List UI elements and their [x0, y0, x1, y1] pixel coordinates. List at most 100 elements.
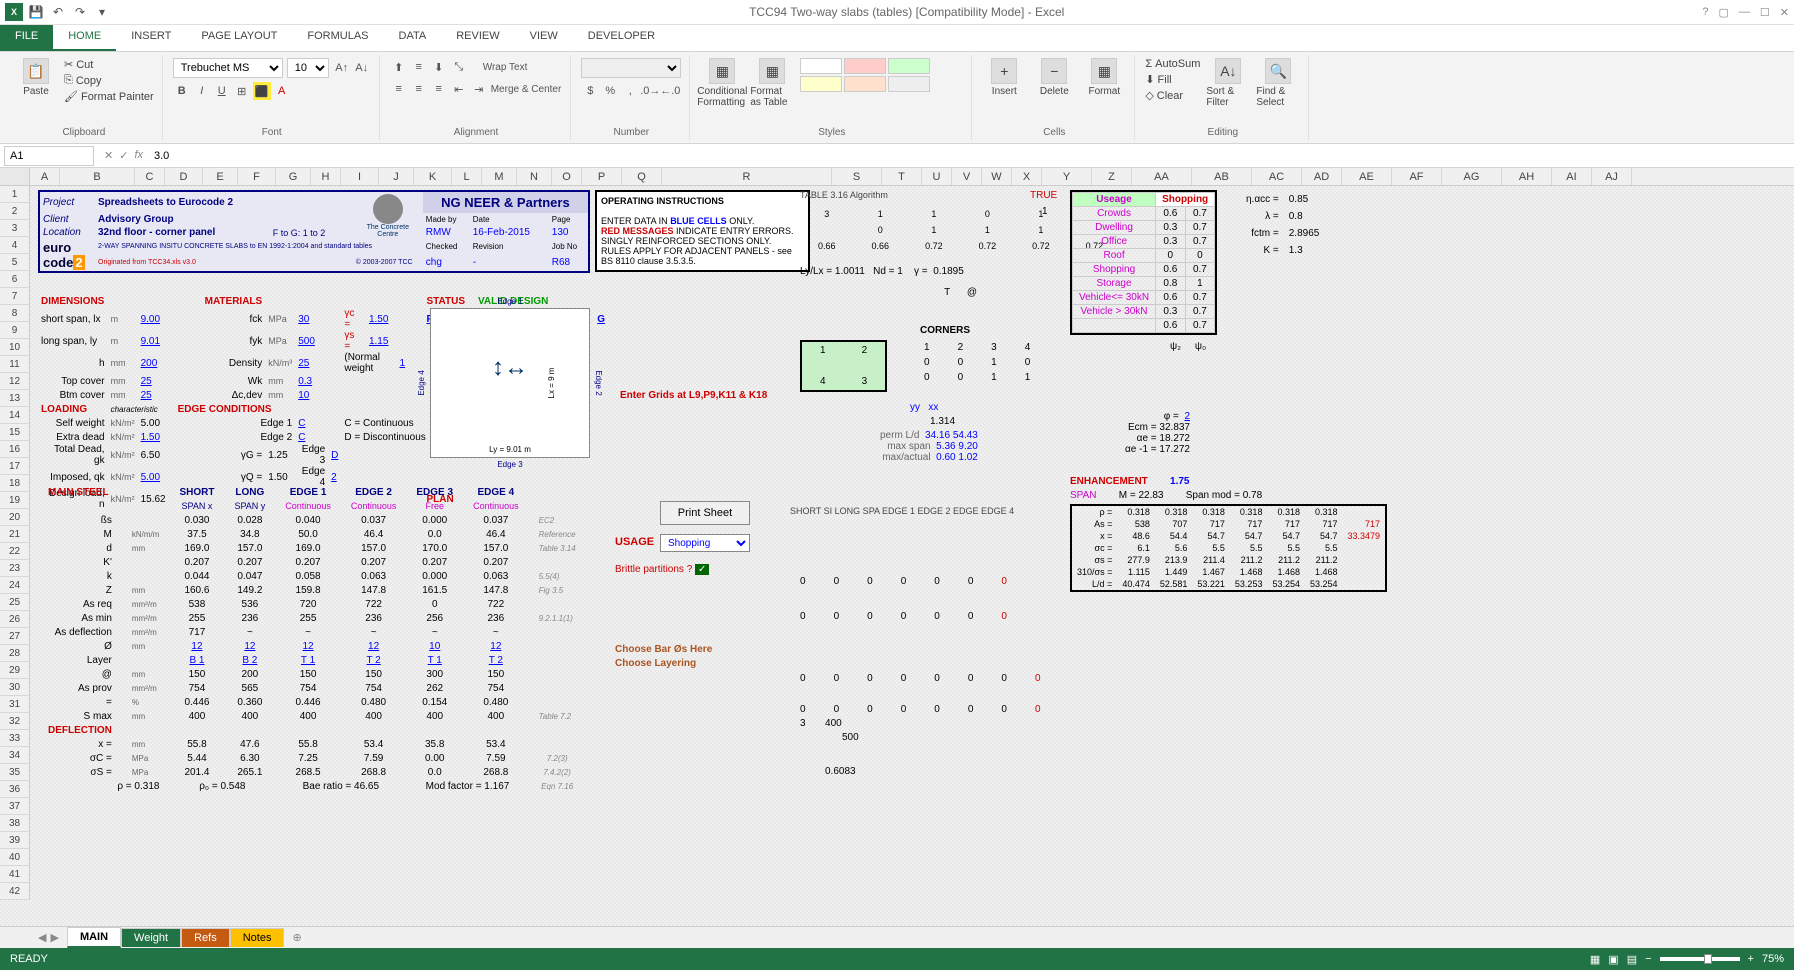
usage-select[interactable]: Shopping — [660, 534, 750, 552]
font-size-select[interactable]: 10 — [287, 58, 329, 78]
delete-button[interactable]: −Delete — [1032, 58, 1076, 97]
row-header[interactable]: 10 — [0, 339, 30, 356]
row-header[interactable]: 16 — [0, 441, 30, 458]
row-header[interactable]: 6 — [0, 271, 30, 288]
row-header[interactable]: 34 — [0, 747, 30, 764]
tab-home[interactable]: HOME — [53, 25, 116, 51]
col-header[interactable]: G — [276, 168, 311, 185]
indent-inc-icon[interactable]: ⇥ — [470, 80, 488, 98]
col-header[interactable]: O — [552, 168, 582, 185]
view-normal-icon[interactable]: ▦ — [1590, 953, 1600, 966]
style-normal[interactable] — [800, 58, 842, 74]
bold-button[interactable]: B — [173, 82, 191, 100]
col-header[interactable]: U — [922, 168, 952, 185]
dec-decimal-icon[interactable]: ←.0 — [661, 82, 679, 100]
row-header[interactable]: 25 — [0, 594, 30, 611]
row-header[interactable]: 33 — [0, 730, 30, 747]
style-neutral[interactable] — [800, 76, 842, 92]
col-header[interactable]: AG — [1442, 168, 1502, 185]
row-header[interactable]: 23 — [0, 560, 30, 577]
sheet-tab-refs[interactable]: Refs — [181, 928, 230, 947]
row-header[interactable]: 1 — [0, 186, 30, 203]
col-header[interactable]: I — [341, 168, 379, 185]
copy-button[interactable]: ⎘Copy — [64, 74, 154, 87]
view-break-icon[interactable]: ▤ — [1627, 953, 1637, 966]
sort-filter-button[interactable]: A↓Sort & Filter — [1206, 58, 1250, 108]
font-color-button[interactable]: A — [273, 82, 291, 100]
align-bottom-icon[interactable]: ⬇ — [430, 58, 448, 76]
underline-button[interactable]: U — [213, 82, 231, 100]
col-header[interactable]: D — [165, 168, 203, 185]
col-header[interactable]: N — [517, 168, 552, 185]
align-left-icon[interactable]: ≡ — [390, 80, 408, 98]
row-header[interactable]: 29 — [0, 662, 30, 679]
row-header[interactable]: 37 — [0, 798, 30, 815]
inc-decimal-icon[interactable]: .0→ — [641, 82, 659, 100]
col-header[interactable]: AC — [1252, 168, 1302, 185]
tab-review[interactable]: REVIEW — [441, 25, 514, 51]
row-header[interactable]: 11 — [0, 356, 30, 373]
paste-button[interactable]: 📋Paste — [14, 58, 58, 97]
row-header[interactable]: 13 — [0, 390, 30, 407]
fill-color-button[interactable]: ⬛ — [253, 82, 271, 100]
row-header[interactable]: 19 — [0, 492, 30, 509]
sheet-nav-last[interactable]: ▶ — [50, 931, 58, 944]
cut-button[interactable]: ✂Cut — [64, 58, 154, 71]
align-middle-icon[interactable]: ≡ — [410, 58, 428, 76]
sheet-tab-main[interactable]: MAIN — [67, 927, 121, 948]
col-header[interactable]: S — [832, 168, 882, 185]
border-button[interactable]: ⊞ — [233, 82, 251, 100]
row-header[interactable]: 42 — [0, 883, 30, 900]
tab-pagelayout[interactable]: PAGE LAYOUT — [186, 25, 292, 51]
row-header[interactable]: 12 — [0, 373, 30, 390]
row-header[interactable]: 17 — [0, 458, 30, 475]
tab-view[interactable]: VIEW — [515, 25, 573, 51]
format-table-button[interactable]: ▦Format as Table — [750, 58, 794, 108]
cancel-formula-icon[interactable]: ✕ — [104, 149, 113, 162]
row-header[interactable]: 2 — [0, 203, 30, 220]
col-header[interactable]: Y — [1042, 168, 1092, 185]
col-header[interactable]: X — [1012, 168, 1042, 185]
col-header[interactable]: H — [311, 168, 341, 185]
brittle-checkbox[interactable]: ✓ — [695, 564, 709, 575]
sheet-tab-notes[interactable]: Notes — [230, 928, 285, 947]
help-icon[interactable]: ? — [1702, 6, 1708, 19]
row-header[interactable]: 30 — [0, 679, 30, 696]
style-bad[interactable] — [844, 58, 886, 74]
col-header[interactable]: B — [60, 168, 135, 185]
row-header[interactable]: 22 — [0, 543, 30, 560]
style-good[interactable] — [888, 58, 930, 74]
wrap-text-button[interactable]: Wrap Text — [482, 58, 529, 76]
align-right-icon[interactable]: ≡ — [430, 80, 448, 98]
format-painter-button[interactable]: 🖌Format Painter — [64, 90, 154, 103]
row-header[interactable]: 26 — [0, 611, 30, 628]
name-box[interactable] — [4, 146, 94, 166]
style-calc[interactable] — [844, 76, 886, 92]
undo-icon[interactable]: ↶ — [49, 3, 67, 21]
row-header[interactable]: 9 — [0, 322, 30, 339]
row-header[interactable]: 5 — [0, 254, 30, 271]
col-header[interactable]: AJ — [1592, 168, 1632, 185]
percent-icon[interactable]: % — [601, 82, 619, 100]
row-header[interactable]: 27 — [0, 628, 30, 645]
row-header[interactable]: 35 — [0, 764, 30, 781]
row-header[interactable]: 24 — [0, 577, 30, 594]
col-header[interactable]: C — [135, 168, 165, 185]
fill-button[interactable]: ⬇Fill — [1145, 73, 1200, 86]
sheet-nav-first[interactable]: ◀ — [38, 931, 46, 944]
tab-data[interactable]: DATA — [384, 25, 442, 51]
row-header[interactable]: 18 — [0, 475, 30, 492]
worksheet[interactable]: 1234567891011121314151617181920212223242… — [0, 186, 1794, 936]
row-header[interactable]: 8 — [0, 305, 30, 322]
col-header[interactable]: AH — [1502, 168, 1552, 185]
number-format-select[interactable] — [581, 58, 681, 78]
col-header[interactable]: AE — [1342, 168, 1392, 185]
zoom-level[interactable]: 75% — [1762, 953, 1784, 965]
row-header[interactable]: 36 — [0, 781, 30, 798]
col-header[interactable]: P — [582, 168, 622, 185]
italic-button[interactable]: I — [193, 82, 211, 100]
find-select-button[interactable]: 🔍Find & Select — [1256, 58, 1300, 108]
merge-button[interactable]: Merge & Center — [490, 80, 563, 98]
col-header[interactable]: M — [482, 168, 517, 185]
grow-font-icon[interactable]: A↑ — [333, 59, 351, 77]
